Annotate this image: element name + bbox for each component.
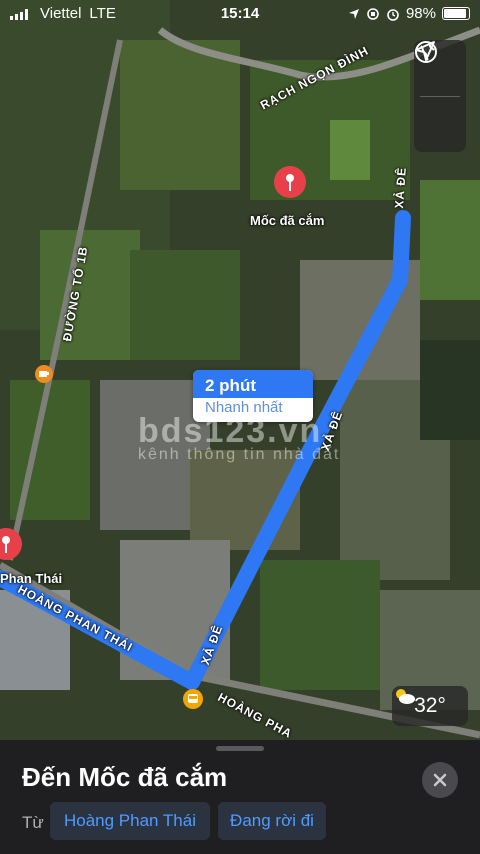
directions-sheet: Đến Mốc đã cắm Từ Hoàng Phan Thái Đang r…: [0, 740, 480, 854]
alarm-icon: [387, 8, 399, 21]
close-button[interactable]: [422, 762, 458, 798]
destination-pin-label[interactable]: Mốc đã cắm: [250, 213, 324, 228]
origin-chip[interactable]: Hoàng Phan Thái: [50, 802, 210, 840]
map-controls: [414, 40, 466, 152]
close-icon: [433, 773, 447, 787]
weather-badge: 32°: [392, 686, 468, 726]
map-view[interactable]: RẠCH NGỌN ĐÌNH XẢ ĐÊ XẢ ĐÊ XẢ ĐÊ ĐƯỜNG T…: [0, 0, 480, 740]
destination-pin-icon[interactable]: [272, 164, 308, 200]
status-bar: Viettel LTE 15:14 98%: [0, 0, 480, 28]
signal-bars-icon: [10, 8, 28, 20]
carrier-name: Viettel: [40, 5, 82, 22]
directions-title: Đến Mốc đã cắm: [22, 762, 228, 792]
battery-icon: [442, 7, 470, 20]
origin-pin-icon[interactable]: [0, 526, 24, 562]
battery-percentage: 98%: [405, 5, 436, 22]
depart-time-chip[interactable]: Đang rời đi: [218, 802, 326, 840]
sheet-grabber[interactable]: [216, 746, 264, 751]
route-duration: 2 phút: [205, 376, 256, 395]
location-services-icon: [348, 8, 359, 19]
bus-stop-poi-icon[interactable]: [182, 688, 204, 710]
from-label: Từ: [22, 813, 44, 832]
road-label-xa-de-top: XẢ ĐÊ: [392, 166, 409, 209]
weather-temperature: 32°: [414, 694, 446, 717]
rotation-lock-icon: [367, 7, 379, 20]
origin-pin-label[interactable]: Phan Thái: [0, 571, 62, 586]
location-arrow-icon: [415, 41, 435, 61]
partly-cloudy-icon: [396, 689, 415, 704]
network-type: LTE: [89, 5, 116, 22]
cafe-poi-icon[interactable]: [34, 364, 54, 384]
location-button[interactable]: [414, 41, 466, 153]
watermark-subtitle: kênh thông tin nhà đất: [138, 446, 341, 463]
